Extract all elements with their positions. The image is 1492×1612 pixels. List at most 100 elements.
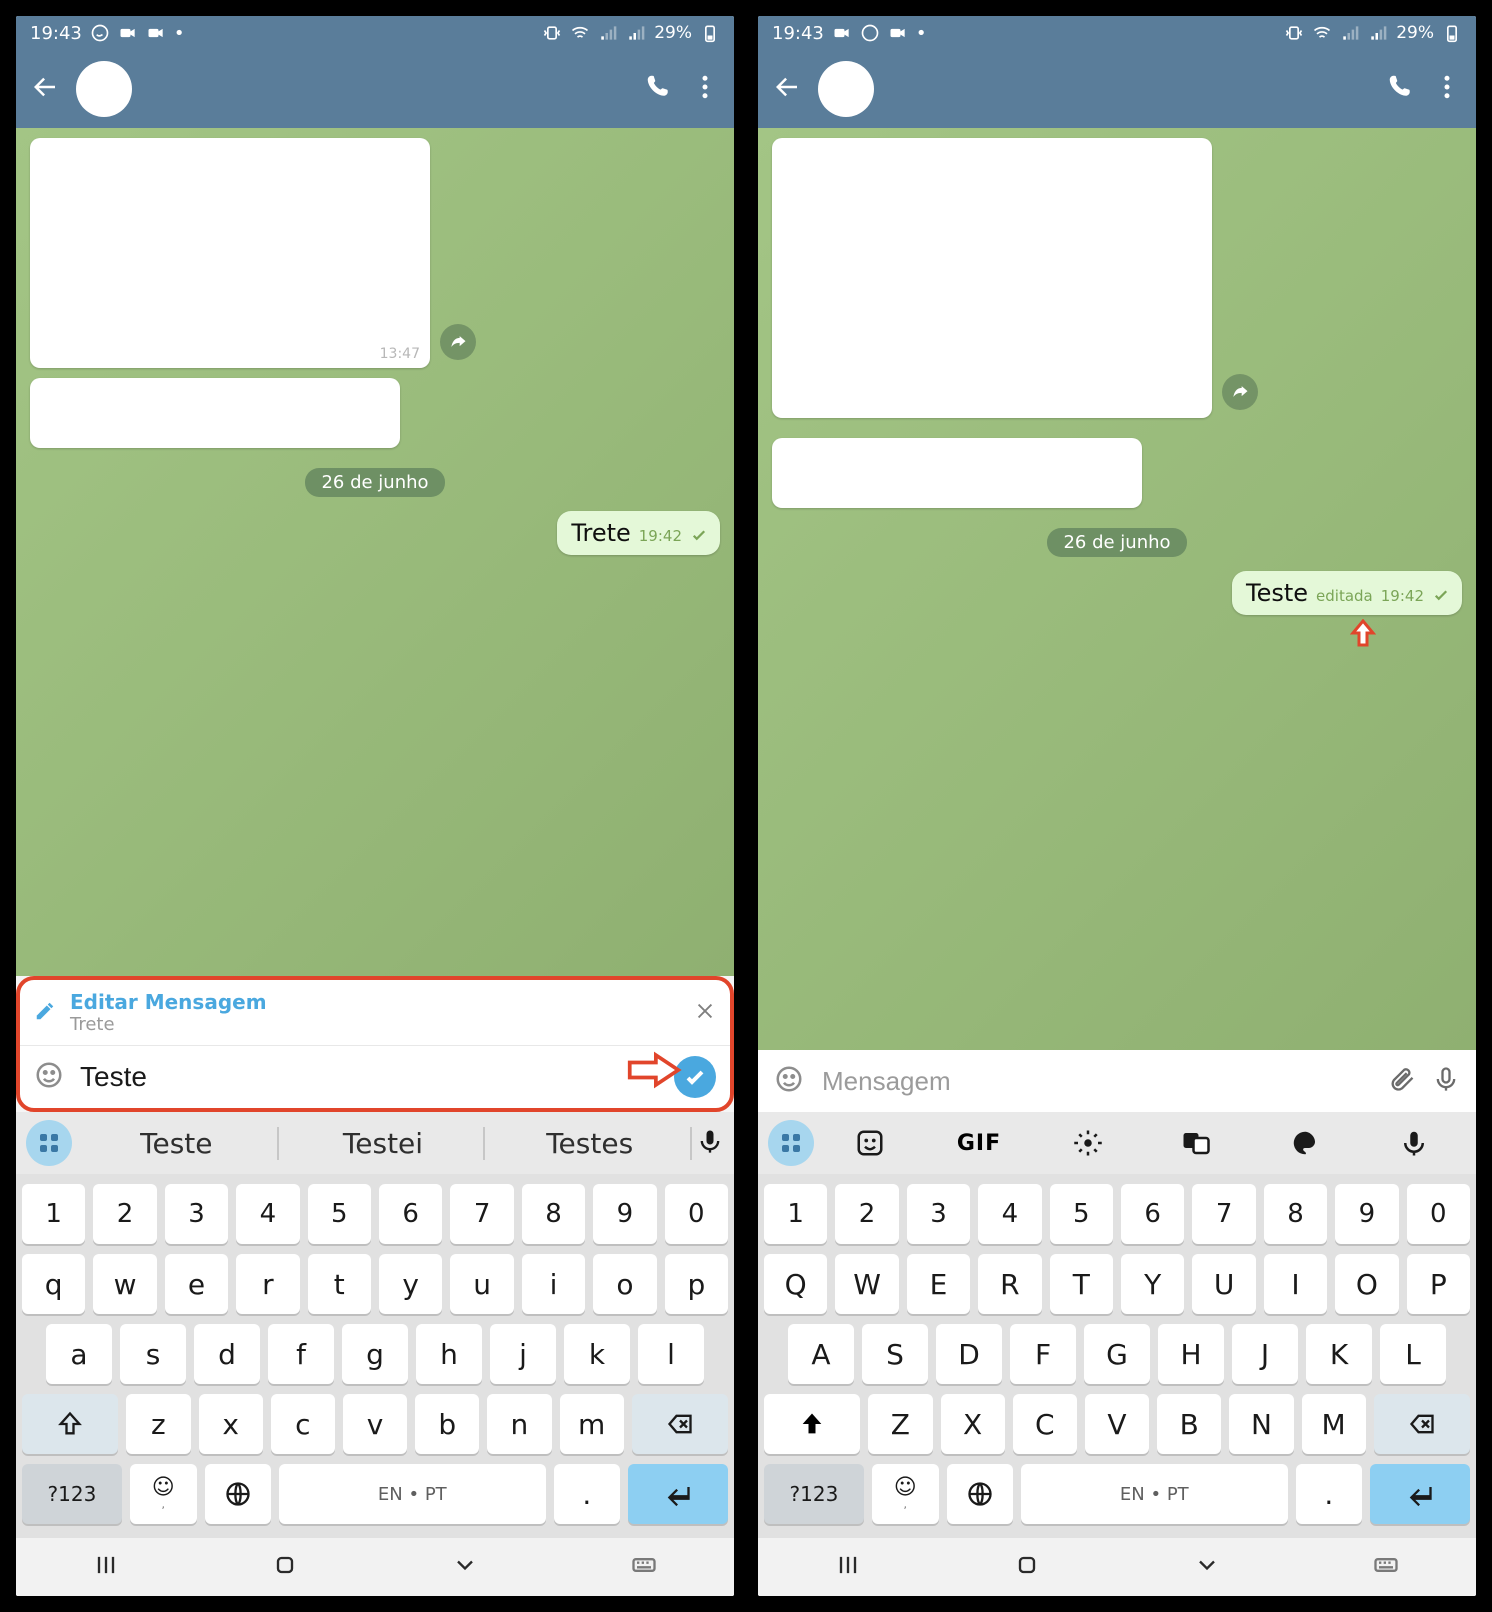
- key-v[interactable]: v: [343, 1394, 407, 1454]
- key-7[interactable]: 7: [1192, 1184, 1255, 1244]
- gif-button[interactable]: GIF: [927, 1131, 1032, 1156]
- cancel-edit-button[interactable]: [694, 1000, 716, 1026]
- home-button[interactable]: [271, 1551, 299, 1583]
- incoming-bubble-2[interactable]: [30, 378, 400, 448]
- key-q[interactable]: q: [22, 1254, 85, 1314]
- key-i[interactable]: I: [1264, 1254, 1327, 1314]
- back-button[interactable]: [772, 72, 802, 106]
- message-input[interactable]: [820, 1065, 1372, 1098]
- call-button[interactable]: [1386, 72, 1416, 106]
- key-u[interactable]: u: [450, 1254, 513, 1314]
- key-s[interactable]: S: [862, 1324, 928, 1384]
- sent-bubble[interactable]: Trete 19:42: [557, 511, 720, 555]
- backspace-key[interactable]: [1374, 1394, 1470, 1454]
- sticker-button[interactable]: [818, 1128, 923, 1158]
- key-j[interactable]: J: [1232, 1324, 1298, 1384]
- call-button[interactable]: [644, 72, 674, 106]
- key-n[interactable]: n: [487, 1394, 551, 1454]
- shift-key[interactable]: [764, 1394, 860, 1454]
- key-h[interactable]: H: [1158, 1324, 1224, 1384]
- enter-key[interactable]: [628, 1464, 728, 1524]
- key-t[interactable]: t: [308, 1254, 371, 1314]
- key-b[interactable]: b: [415, 1394, 479, 1454]
- back-nav-button[interactable]: [1193, 1551, 1221, 1583]
- key-3[interactable]: 3: [907, 1184, 970, 1244]
- key-5[interactable]: 5: [308, 1184, 371, 1244]
- incoming-bubble-2[interactable]: [772, 438, 1142, 508]
- back-nav-button[interactable]: [451, 1551, 479, 1583]
- key-m[interactable]: M: [1302, 1394, 1366, 1454]
- chat-area[interactable]: 26 de junho Teste editada 19:42: [758, 128, 1476, 1050]
- key-i[interactable]: i: [522, 1254, 585, 1314]
- key-j[interactable]: j: [490, 1324, 556, 1384]
- key-c[interactable]: c: [271, 1394, 335, 1454]
- sent-bubble[interactable]: Teste editada 19:42: [1232, 571, 1462, 615]
- more-menu-button[interactable]: [690, 72, 720, 106]
- back-button[interactable]: [30, 72, 60, 106]
- key-y[interactable]: y: [379, 1254, 442, 1314]
- theme-button[interactable]: [1253, 1128, 1358, 1158]
- key-x[interactable]: X: [941, 1394, 1005, 1454]
- key-g[interactable]: g: [342, 1324, 408, 1384]
- key-p[interactable]: p: [665, 1254, 728, 1314]
- key-e[interactable]: E: [907, 1254, 970, 1314]
- voice-message-button[interactable]: [1432, 1065, 1460, 1097]
- keyboard-grid-button[interactable]: [26, 1120, 72, 1166]
- translate-button[interactable]: [1144, 1128, 1249, 1158]
- key-0[interactable]: 0: [665, 1184, 728, 1244]
- suggestion-1[interactable]: Teste: [76, 1127, 279, 1160]
- avatar[interactable]: [76, 61, 132, 117]
- key-x[interactable]: x: [199, 1394, 263, 1454]
- shift-key[interactable]: [22, 1394, 118, 1454]
- key-d[interactable]: d: [194, 1324, 260, 1384]
- keyboard-toggle-button[interactable]: [630, 1551, 658, 1583]
- chat-area[interactable]: 13:47 26 de junho Trete 19:42: [16, 128, 734, 976]
- symbols-key[interactable]: ?123: [22, 1464, 122, 1524]
- key-o[interactable]: o: [593, 1254, 656, 1314]
- voice-input-button[interactable]: [696, 1127, 724, 1159]
- key-h[interactable]: h: [416, 1324, 482, 1384]
- period-key[interactable]: .: [554, 1464, 621, 1524]
- key-1[interactable]: 1: [764, 1184, 827, 1244]
- forward-button[interactable]: [440, 324, 476, 360]
- key-b[interactable]: B: [1157, 1394, 1221, 1454]
- confirm-edit-button[interactable]: [674, 1056, 716, 1098]
- key-8[interactable]: 8: [1264, 1184, 1327, 1244]
- key-f[interactable]: f: [268, 1324, 334, 1384]
- key-r[interactable]: r: [236, 1254, 299, 1314]
- key-y[interactable]: Y: [1121, 1254, 1184, 1314]
- key-a[interactable]: A: [788, 1324, 854, 1384]
- key-l[interactable]: L: [1380, 1324, 1446, 1384]
- key-w[interactable]: W: [835, 1254, 898, 1314]
- avatar[interactable]: [818, 61, 874, 117]
- key-v[interactable]: V: [1085, 1394, 1149, 1454]
- key-u[interactable]: U: [1192, 1254, 1255, 1314]
- key-c[interactable]: C: [1013, 1394, 1077, 1454]
- key-a[interactable]: a: [46, 1324, 112, 1384]
- symbols-key[interactable]: ?123: [764, 1464, 864, 1524]
- key-e[interactable]: e: [165, 1254, 228, 1314]
- key-p[interactable]: P: [1407, 1254, 1470, 1314]
- emoji-comma-key[interactable]: ☺,: [130, 1464, 197, 1524]
- key-n[interactable]: N: [1229, 1394, 1293, 1454]
- enter-key[interactable]: [1370, 1464, 1470, 1524]
- emoji-button[interactable]: [34, 1060, 64, 1094]
- key-9[interactable]: 9: [593, 1184, 656, 1244]
- voice-input-button[interactable]: [1361, 1128, 1466, 1158]
- key-3[interactable]: 3: [165, 1184, 228, 1244]
- key-2[interactable]: 2: [835, 1184, 898, 1244]
- settings-button[interactable]: [1035, 1128, 1140, 1158]
- keyboard-grid-button[interactable]: [768, 1120, 814, 1166]
- key-f[interactable]: F: [1010, 1324, 1076, 1384]
- key-1[interactable]: 1: [22, 1184, 85, 1244]
- key-m[interactable]: m: [560, 1394, 624, 1454]
- backspace-key[interactable]: [632, 1394, 728, 1454]
- key-s[interactable]: s: [120, 1324, 186, 1384]
- key-q[interactable]: Q: [764, 1254, 827, 1314]
- space-key[interactable]: EN • PT: [279, 1464, 545, 1524]
- space-key[interactable]: EN • PT: [1021, 1464, 1287, 1524]
- key-2[interactable]: 2: [93, 1184, 156, 1244]
- home-button[interactable]: [1013, 1551, 1041, 1583]
- key-o[interactable]: O: [1335, 1254, 1398, 1314]
- forward-button[interactable]: [1222, 374, 1258, 410]
